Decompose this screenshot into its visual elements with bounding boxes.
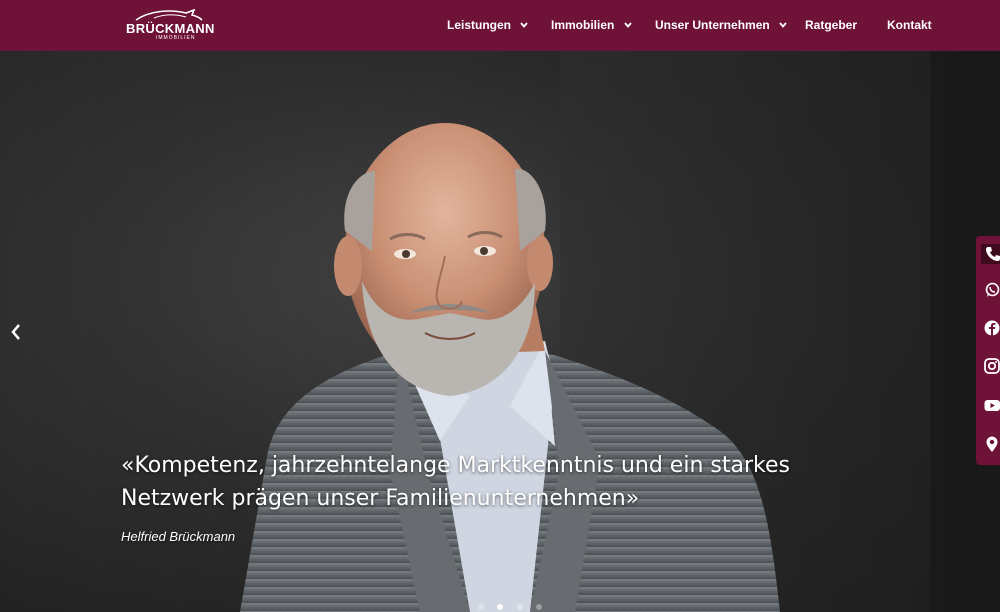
nav-item-immobilien[interactable]: Immobilien [551,18,632,32]
nav-item-label: Immobilien [551,18,615,32]
brand-name: BRÜCKMANN [126,21,215,36]
slider-dot-active[interactable] [497,604,504,610]
phone-icon[interactable] [981,244,1000,264]
chevron-down-icon [520,22,529,28]
hero-portrait-image [0,51,1000,612]
nav-item-leistungen[interactable]: Leistungen [447,18,529,32]
nav-item-label: Ratgeber [805,18,858,32]
site-header: BRÜCKMANN IMMOBILIEN Leistungen Immobili… [0,0,1000,51]
nav-item-label: Unser Unternehmen [655,18,770,32]
nav-item-ratgeber[interactable]: Ratgeber [805,18,857,32]
nav-item-label: Kontakt [887,18,932,32]
location-icon[interactable] [984,436,1000,452]
youtube-icon[interactable] [984,397,1000,413]
hero-quote: «Kompetenz, jahrzehntelange Marktkenntni… [121,449,841,515]
chevron-down-icon [624,22,632,28]
facebook-icon[interactable] [984,320,1000,336]
slider-pagination [478,597,551,612]
whatsapp-icon[interactable] [984,282,1000,298]
brand-tagline: IMMOBILIEN [156,35,196,41]
brand-logo[interactable]: BRÜCKMANN IMMOBILIEN [126,9,215,41]
slider-dot[interactable] [516,604,523,610]
slider-dot[interactable] [478,604,484,610]
hero-quote-line2: Netzwerk prägen unser Familienunternehme… [121,486,640,511]
nav-item-label: Leistungen [447,18,512,32]
hero-slider: «Kompetenz, jahrzehntelange Marktkenntni… [0,51,1000,612]
slider-prev-arrow-icon[interactable] [8,321,24,343]
nav-item-kontakt[interactable]: Kontakt [887,18,932,32]
chevron-down-icon [779,22,787,28]
slider-dot[interactable] [536,604,543,610]
nav-item-unternehmen[interactable]: Unser Unternehmen [655,18,787,32]
logo-roof-icon [135,9,203,21]
hero-quote-line1: «Kompetenz, jahrzehntelange Marktkenntni… [121,453,790,478]
hero-quote-author: Helfried Brückmann [121,529,236,544]
social-sidebar [976,236,1000,465]
instagram-icon[interactable] [984,358,1000,374]
